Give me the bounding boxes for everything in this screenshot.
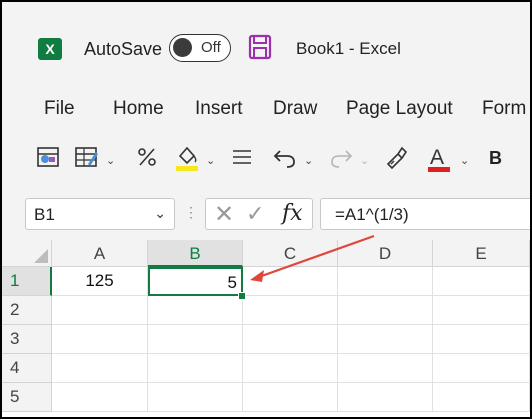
autosave-toggle[interactable]: Off [169,34,231,62]
column-header-e[interactable]: E [433,240,530,267]
tab-insert[interactable]: Insert [195,98,243,120]
cell-d2[interactable] [338,296,433,325]
chevron-down-icon[interactable]: ⌄ [304,154,313,167]
formula-controls: ✕ ✓ fx [205,198,313,230]
cell-e2[interactable] [433,296,530,325]
autosave-state: Off [201,39,221,56]
cell-a1[interactable]: 125 [52,267,148,296]
name-box-value: B1 [34,205,55,224]
percent-style-icon[interactable] [134,144,160,174]
insert-function-button[interactable]: fx [282,201,303,226]
ribbon-tabs: File Home Insert Draw Page Layout Form [2,98,530,122]
cell-e1[interactable] [433,267,530,296]
autosave-label: AutoSave [84,39,163,59]
spreadsheet-grid: A B C D E 1 2 3 4 5 125 5 [2,240,530,417]
formula-text: =A1^(1/3) [335,205,409,224]
font-color-icon[interactable]: A [426,144,452,174]
tab-home[interactable]: Home [113,98,164,120]
cell-b5[interactable] [148,383,243,412]
excel-logo-icon: X [38,38,62,60]
formula-input[interactable]: =A1^(1/3) [320,198,530,230]
cell-d1[interactable] [338,267,433,296]
fill-handle[interactable] [238,292,246,300]
cell-c1[interactable] [243,267,338,296]
title-bar: X AutoSave Off Book1 - Excel [2,2,530,90]
fill-color-icon[interactable] [174,144,200,174]
more-options-icon[interactable]: ⋮ [184,204,199,221]
floppy-disk-icon[interactable] [248,34,272,60]
cell-e4[interactable] [433,354,530,383]
cell-d5[interactable] [338,383,433,412]
tab-page-layout[interactable]: Page Layout [346,98,453,120]
enter-icon[interactable]: ✓ [246,201,264,227]
chevron-down-icon[interactable]: ⌄ [106,154,115,167]
bold-button[interactable]: B [489,148,502,178]
toggle-knob [173,38,192,57]
column-header-d[interactable]: D [338,240,433,267]
cell-a3[interactable] [52,325,148,354]
cell-b3[interactable] [148,325,243,354]
cell-a4[interactable] [52,354,148,383]
name-box[interactable]: B1 ⌄ [25,198,175,230]
cell-e5[interactable] [433,383,530,412]
cell-e3[interactable] [433,325,530,354]
row-header-2[interactable]: 2 [2,296,52,325]
format-table-icon[interactable] [74,144,100,174]
column-header-b[interactable]: B [148,240,243,267]
column-header-c[interactable]: C [243,240,338,267]
select-all-icon [34,249,48,263]
formula-bar: B1 ⌄ ⋮ ✕ ✓ fx =A1^(1/3) [2,188,530,238]
chevron-down-icon[interactable]: ⌄ [206,154,215,167]
row-header-4[interactable]: 4 [2,354,52,383]
row-header-3[interactable]: 3 [2,325,52,354]
row-header-1[interactable]: 1 [2,267,52,296]
cell-c2[interactable] [243,296,338,325]
conditional-format-icon[interactable] [36,144,62,174]
chevron-down-icon[interactable]: ⌄ [154,205,166,222]
cell-b4[interactable] [148,354,243,383]
cell-c3[interactable] [243,325,338,354]
excel-window: X AutoSave Off Book1 - Excel File Home I… [0,0,532,419]
format-painter-icon[interactable] [384,144,410,174]
cell-d3[interactable] [338,325,433,354]
cancel-icon[interactable]: ✕ [214,200,234,229]
undo-icon[interactable] [272,144,298,174]
cell-c4[interactable] [243,354,338,383]
ribbon-toolbar: ⌄ ⌄ ⌄ ⌄ A ⌄ B [2,136,530,182]
document-title: Book1 - Excel [296,39,401,58]
select-all-button[interactable] [2,240,52,267]
tab-formulas[interactable]: Form [482,98,526,120]
column-header-a[interactable]: A [52,240,148,267]
tab-file[interactable]: File [44,98,75,120]
cell-d4[interactable] [338,354,433,383]
chevron-down-icon[interactable]: ⌄ [460,154,469,167]
cell-b2[interactable] [148,296,243,325]
cell-c5[interactable] [243,383,338,412]
row-header-5[interactable]: 5 [2,383,52,412]
chevron-down-icon: ⌄ [360,155,370,167]
align-icon[interactable] [230,144,254,174]
cell-a2[interactable] [52,296,148,325]
cell-a5[interactable] [52,383,148,412]
cell-b1[interactable]: 5 [148,267,243,296]
redo-icon [328,144,354,174]
tab-draw[interactable]: Draw [273,98,317,120]
svg-text:A: A [430,146,444,169]
